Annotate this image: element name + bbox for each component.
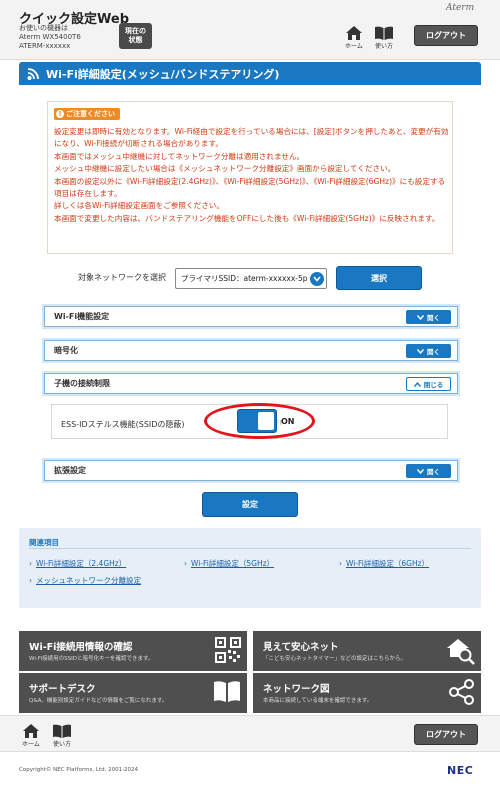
tile-safe-net[interactable]: 見えて安心ネット 「こども安心ネットタイマー」などの設定はこちらから。 [253,631,481,671]
notice-badge: ! ご注意ください [54,108,120,120]
home-icon [22,724,39,738]
network-share-icon [449,679,474,705]
copyright: Copyright© NEC Platforms, Ltd. 2001-2024 [19,767,139,773]
submit-button[interactable]: 設定 [202,492,298,517]
related-title: 関連項目 [29,538,59,547]
logout-button[interactable]: ログアウト [414,25,478,46]
tile-network-map[interactable]: ネットワーク図 本商品に接続している端末を確認できます。 [253,673,481,713]
tile-title: 見えて安心ネット [263,642,339,653]
chevron-down-icon [417,348,424,354]
network-select[interactable]: プライマリSSID：aterm-xxxxxx-5p [175,268,327,289]
tile-subtitle: 本商品に接続している端末を確認できます。 [263,698,373,704]
current-status-label: 現在の 状態 [125,27,146,44]
related-link-6ghz[interactable]: Wi-Fi詳細設定（6GHz） [339,558,429,569]
help-button[interactable]: 使い方 [375,26,393,50]
section-encryption[interactable]: 暗号化 開く [44,340,458,361]
related-links: 関連項目 Wi-Fi詳細設定（2.4GHz） Wi-Fi詳細設定（5GHz） W… [19,528,481,608]
expand-label: 開く [427,468,440,476]
stealth-label: ESS-IDステルス機能(SSIDの隠蔽) [61,420,185,429]
expand-button[interactable]: 開く [406,310,451,324]
book-icon [214,681,240,702]
home-icon [345,26,362,40]
qr-code-icon [215,637,241,663]
chevron-down-icon [310,272,324,286]
collapse-label: 閉じる [423,381,444,389]
section-advanced[interactable]: 拡張設定 開く [44,460,458,481]
house-search-icon [447,639,475,665]
related-link-5ghz[interactable]: Wi-Fi詳細設定（5GHz） [184,558,274,569]
footer-home-button[interactable]: ホーム [22,724,40,748]
tile-subtitle: Wi-Fi接続用のSSIDと暗号化キーを確認できます。 [29,656,154,662]
related-link-24ghz[interactable]: Wi-Fi詳細設定（2.4GHz） [29,558,126,569]
chevron-up-icon [413,381,421,387]
footer-help-button[interactable]: 使い方 [53,724,71,748]
tile-title: サポートデスク [29,684,96,695]
nec-logo: NEC [447,764,474,777]
network-select-value: プライマリSSID：aterm-xxxxxx-5p [181,274,308,283]
footer-home-label: ホーム [22,741,40,748]
exclamation-icon: ! [56,110,64,118]
page-title-bar: Wi-Fi詳細設定(メッシュ/バンドステアリング) [19,62,481,85]
collapse-button[interactable]: 閉じる [406,377,451,391]
expand-button[interactable]: 開く [406,344,451,358]
tile-title: Wi-Fi接続用情報の確認 [29,642,133,653]
chevron-down-icon [417,468,424,474]
expand-label: 開く [427,348,440,356]
footer-logout-button[interactable]: ログアウト [414,724,478,745]
book-icon [375,26,393,40]
device-model: Aterm WX5400T6 [19,33,81,41]
tile-wifi-info[interactable]: Wi-Fi接続用情報の確認 Wi-Fi接続用のSSIDと暗号化キーを確認できます… [19,631,247,671]
section-title: Wi-Fi機能設定 [54,312,110,321]
page-title: Wi-Fi詳細設定(メッシュ/バンドステアリング) [46,67,280,81]
notice-line: 本画面の設定以外に《Wi-Fi詳細設定(2.4GHz)》、《Wi-Fi詳細設定(… [54,176,446,199]
tile-subtitle: Q&A、機能別設定ガイドなどの情報をご覧になれます。 [29,698,168,704]
home-button[interactable]: ホーム [345,26,363,50]
notice-box: ! ご注意ください 設定変更は即時に有効となります。Wi-Fi経由で設定を行ってい… [47,101,453,254]
related-link-mesh[interactable]: メッシュネットワーク分離設定 [29,575,141,586]
section-title: 暗号化 [54,346,78,355]
help-label: 使い方 [375,43,394,50]
header: クイック設定Web お使いの機器は Aterm WX5400T6 ATERM-x… [0,0,500,60]
notice-line: 本画面で変更した内容は、バンドステアリング機能をOFFにした後も《Wi-Fi詳細… [54,213,440,223]
section-client-limit[interactable]: 子機の接続制限 閉じる [44,373,458,394]
notice-line: 詳しくは各Wi-Fi詳細設定画面をご参照ください。 [54,201,224,211]
section-title: 拡張設定 [54,466,86,475]
footer-bar: ホーム 使い方 ログアウト [0,715,500,752]
notice-text: 設定変更は即時に有効となります。Wi-Fi経由で設定を行っている場合には、[設定… [54,126,450,225]
current-status-button[interactable]: 現在の 状態 [119,23,152,49]
tile-subtitle: 「こども安心ネットタイマー」などの設定はこちらから。 [263,656,407,662]
aterm-logo: Aterm [446,3,475,13]
device-info: お使いの機器は Aterm WX5400T6 ATERM-xxxxxx [19,24,81,51]
tile-support-desk[interactable]: サポートデスク Q&A、機能別設定ガイドなどの情報をご覧になれます。 [19,673,247,713]
book-icon [53,724,71,738]
divider [29,548,471,549]
notice-line: メッシュ中継機に設定したい場合は《メッシュネットワーク分離設定》画面から設定して… [54,164,396,174]
footer-help-label: 使い方 [53,741,72,748]
expand-button[interactable]: 開く [406,464,451,478]
notice-line: 設定変更は即時に有効となります。Wi-Fi経由で設定を行っている場合には、[設定… [54,127,449,149]
wifi-icon [27,67,39,80]
select-network-button[interactable]: 選択 [336,266,422,290]
notice-line: 本画面ではメッシュ中継機に対してネットワーク分離は適用されません。 [54,151,305,161]
expand-label: 開く [427,314,440,322]
chevron-down-icon [417,314,424,320]
tile-title: ネットワーク図 [263,684,330,695]
notice-badge-label: ご注意ください [66,110,115,118]
home-label: ホーム [345,43,363,50]
highlight-circle [204,403,315,439]
device-name: ATERM-xxxxxx [19,42,71,50]
section-title: 子機の接続制限 [54,379,110,388]
network-select-label: 対象ネットワークを選択 [78,273,166,282]
section-wifi-settings[interactable]: Wi-Fi機能設定 開く [44,306,458,327]
device-label: お使いの機器は [19,24,68,32]
